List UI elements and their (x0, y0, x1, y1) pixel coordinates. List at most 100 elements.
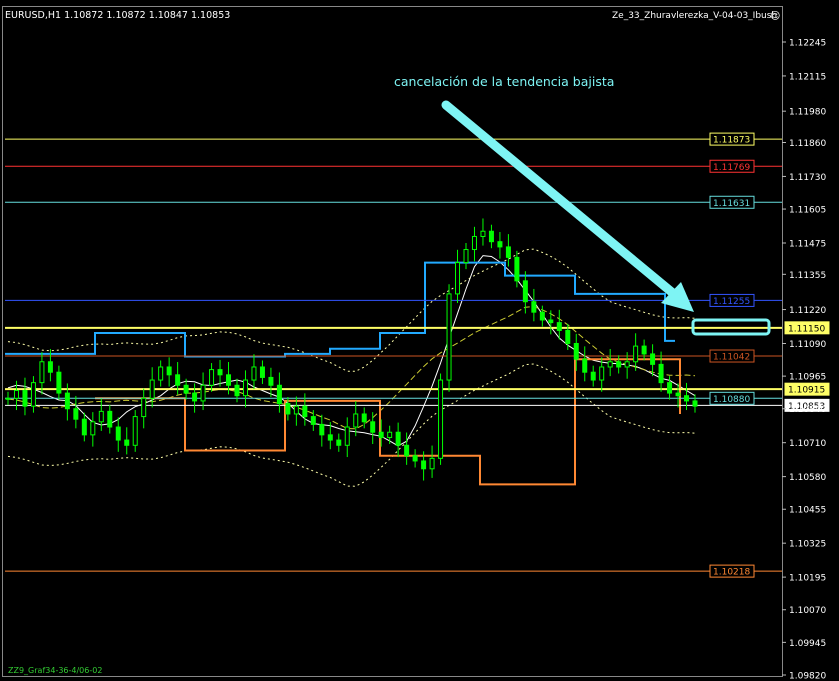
candle-body (259, 366, 265, 378)
candle-body (353, 413, 359, 428)
y-tick-label: 1.11475 (789, 239, 826, 249)
candle-body (378, 431, 384, 438)
level-label: 1.10915 (788, 386, 825, 396)
level-label: 1.10218 (713, 568, 750, 578)
candle-body (624, 361, 630, 368)
y-tick-label: 1.10455 (789, 506, 826, 516)
y-tick-label: 1.10710 (789, 439, 826, 449)
candle-body (573, 342, 579, 360)
y-tick-label: 1.11730 (789, 173, 826, 183)
candle-body (395, 431, 401, 446)
candle-body (480, 230, 486, 237)
candle-body (166, 366, 172, 376)
candle-body (73, 408, 79, 420)
candle-body (141, 397, 147, 418)
candle-body (319, 423, 325, 436)
candle-body (234, 384, 240, 397)
indicator-name-text: Ze_33_Zhuravlerezka_V-04-03_Ibush (612, 11, 777, 21)
candle-body (336, 439, 342, 446)
candle-body (590, 371, 596, 381)
candle-body (209, 369, 215, 386)
candle-body (200, 384, 206, 402)
candle-body (285, 403, 291, 415)
y-tick-label: 1.11605 (789, 206, 826, 216)
candle-body (412, 455, 418, 462)
candle-body (361, 413, 367, 423)
level-label: 1.11873 (713, 136, 750, 146)
symbol-ohlc-text: EURUSD,H1 1.10872 1.10872 1.10847 1.1085… (5, 10, 230, 21)
smiley-icon: ☺ (770, 11, 780, 22)
candle-body (514, 256, 520, 282)
candle-body (370, 421, 376, 433)
candle-body (302, 405, 308, 418)
y-tick-label: 1.09945 (789, 639, 826, 649)
candle-body (276, 384, 282, 405)
candle-body (421, 460, 427, 470)
y-tick-label: 1.11355 (789, 271, 826, 281)
candle-body (98, 410, 104, 423)
candle-body (132, 416, 138, 446)
y-tick-label: 1.11090 (789, 340, 826, 350)
candle-body (5, 397, 11, 400)
candle-body (293, 405, 299, 415)
candle-body (658, 363, 664, 384)
candle-body (30, 382, 36, 407)
y-tick-label: 1.10840 (789, 405, 826, 415)
candle-body (56, 371, 62, 394)
candle-body (310, 416, 316, 425)
level-label: 1.10880 (713, 395, 750, 405)
candle-body (81, 418, 87, 436)
candle-body (650, 353, 656, 365)
candle-body (158, 366, 164, 381)
candle-body (268, 376, 274, 386)
candle-body (599, 366, 605, 381)
candle-body (22, 389, 28, 407)
candle-body (183, 384, 189, 394)
candle-body (404, 444, 410, 457)
level-label: 1.11631 (713, 199, 750, 209)
candle-body (633, 345, 639, 363)
candle-body (675, 392, 681, 397)
candle-body (64, 392, 70, 410)
level-label: 1.11042 (713, 353, 750, 363)
candle-body (124, 439, 130, 446)
candle-body (90, 421, 96, 436)
candle-body (565, 329, 571, 344)
candle-body (667, 382, 673, 394)
candle-body (438, 379, 444, 459)
candle-body (13, 389, 19, 399)
candle-body (251, 366, 257, 381)
y-tick-label: 1.11980 (789, 108, 826, 118)
chart-background (0, 0, 839, 681)
candle-body (115, 426, 121, 441)
y-tick-label: 1.09820 (789, 672, 826, 681)
candle-body (217, 369, 223, 376)
y-tick-label: 1.10580 (789, 473, 826, 483)
candle-body (548, 319, 554, 324)
y-tick-label: 1.11860 (789, 139, 826, 149)
candle-body (692, 400, 698, 407)
candle-body (539, 311, 545, 321)
annotation-text: cancelación de la tendencia bajista (394, 74, 614, 89)
y-tick-label: 1.12245 (789, 39, 826, 49)
candle-body (446, 293, 452, 381)
y-tick-label: 1.10965 (789, 373, 826, 383)
candle-body (175, 374, 181, 386)
candle-body (641, 345, 647, 355)
y-tick-label: 1.10325 (789, 540, 826, 550)
candle-body (607, 361, 613, 368)
level-label: 1.11255 (713, 297, 750, 307)
y-tick-label: 1.12115 (789, 72, 826, 82)
price-chart[interactable]: 1.11873 1.11769 1.11631 1.11255 1.11150 1.110… (0, 0, 839, 681)
footer-watermark: ZZ9_Graf34-36-4/06-02 (8, 666, 102, 675)
candle-body (344, 426, 350, 446)
candle-body (149, 379, 155, 399)
candle-body (684, 395, 690, 402)
candle-body (488, 230, 494, 243)
candle-body (327, 434, 333, 441)
candle-body (522, 280, 528, 303)
candle-body (505, 246, 511, 258)
candle-body (242, 379, 248, 397)
candle-body (616, 361, 622, 368)
candle-body (455, 262, 461, 295)
